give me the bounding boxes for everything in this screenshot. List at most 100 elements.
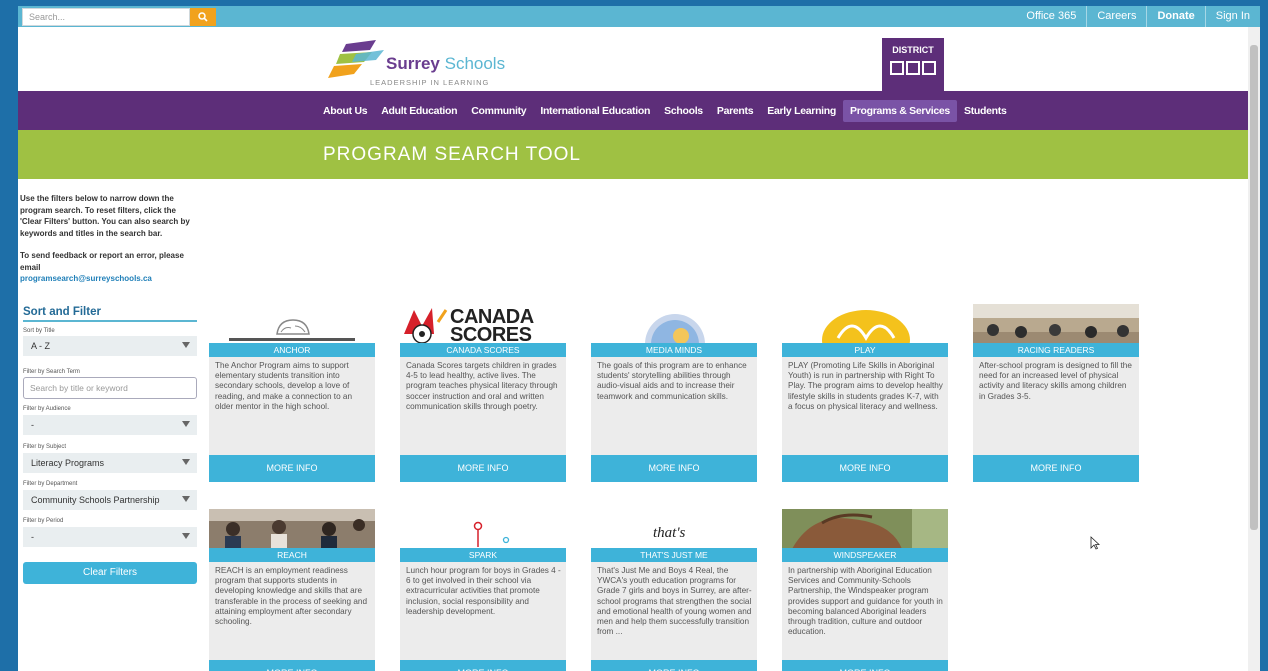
period-select[interactable]: - (23, 527, 197, 547)
department-select[interactable]: Community Schools Partnership (23, 490, 197, 510)
canada-scores-logo-text: CANADA SCORES (450, 306, 533, 344)
card-title: CANADA SCORES (400, 343, 566, 357)
card-title: SPARK (400, 548, 566, 562)
subject-select[interactable]: Literacy Programs (23, 453, 197, 473)
card-description: PLAY (Promoting Life Skills in Aborigina… (788, 361, 943, 411)
more-info-button[interactable]: MORE INFO (591, 455, 757, 482)
card-title: THAT'S JUST ME (591, 548, 757, 562)
district-badge[interactable]: DISTRICT (882, 38, 944, 93)
surrey-schools-logo[interactable]: Surrey Schools LEADERSHIP IN LEARNING (326, 38, 526, 88)
page-title: PROGRAM SEARCH TOOL (323, 144, 581, 165)
subject-value: Literacy Programs (31, 458, 105, 468)
utility-bar: Search... Office 365 Careers Donate Sign… (18, 6, 1260, 27)
search-icon (198, 12, 208, 22)
logo-tagline: LEADERSHIP IN LEARNING (370, 78, 490, 87)
audience-label: Filter by Audience (23, 406, 71, 412)
search-term-label: Filter by Search Term (23, 369, 80, 375)
donate-link[interactable]: Donate (1146, 6, 1204, 27)
thats-logo-text: that's (653, 525, 686, 541)
program-card-reach[interactable]: REACH REACH is an employment readiness p… (209, 509, 375, 671)
program-card-spark[interactable]: SPARK Lunch hour program for boys in Gra… (400, 509, 566, 671)
program-card-anchor[interactable]: ANCHOR The Anchor Program aims to suppor… (209, 304, 375, 482)
more-info-button[interactable]: MORE INFO (782, 660, 948, 671)
program-card-canada-scores[interactable]: CANADA SCORES CANADA SCORES Canada Score… (400, 304, 566, 482)
more-info-button[interactable]: MORE INFO (209, 660, 375, 671)
card-description: That's Just Me and Boys 4 Real, the YWCA… (597, 566, 752, 637)
district-label: DISTRICT (892, 45, 934, 55)
nav-early-learning[interactable]: Early Learning (760, 100, 843, 122)
card-description: Canada Scores targets children in grades… (406, 361, 558, 411)
nav-community[interactable]: Community (464, 100, 533, 122)
audience-select[interactable]: - (23, 415, 197, 435)
chevron-down-icon (182, 459, 190, 465)
card-image (591, 304, 757, 344)
program-card-racing-readers[interactable]: RACING READERS After-school program is d… (973, 304, 1139, 482)
card-image: CANADA SCORES (400, 304, 566, 344)
nav-about-us[interactable]: About Us (316, 100, 374, 122)
logo-mark-icon (328, 40, 384, 78)
nav-adult-education[interactable]: Adult Education (374, 100, 464, 122)
nav-students[interactable]: Students (957, 100, 1014, 122)
nav-international-education[interactable]: International Education (533, 100, 657, 122)
program-card-play[interactable]: PLAY PLAY (Promoting Life Skills in Abor… (782, 304, 948, 482)
mouse-cursor-icon (1090, 536, 1100, 550)
card-title: ANCHOR (209, 343, 375, 357)
intro-text: Use the filters below to narrow down the… (20, 194, 190, 238)
chevron-down-icon (182, 533, 190, 539)
card-description: The Anchor Program aims to support eleme… (215, 361, 353, 411)
card-description: In partnership with Aboriginal Education… (788, 566, 943, 637)
more-info-button[interactable]: MORE INFO (400, 660, 566, 671)
program-card-thats-just-me[interactable]: that's THAT'S JUST ME That's Just Me and… (591, 509, 757, 671)
sort-label: Sort by Title (23, 328, 55, 334)
main-nav: About Us Adult Education Community Inter… (18, 91, 1248, 130)
more-info-button[interactable]: MORE INFO (782, 455, 948, 482)
nav-schools[interactable]: Schools (657, 100, 710, 122)
card-description: Lunch hour program for boys in Grades 4 … (406, 566, 561, 616)
department-label: Filter by Department (23, 481, 78, 487)
site-search-input[interactable]: Search... (22, 8, 190, 26)
sort-select[interactable]: A - Z (23, 336, 197, 356)
more-info-button[interactable]: MORE INFO (973, 455, 1139, 482)
chevron-down-icon (182, 421, 190, 427)
department-value: Community Schools Partnership (31, 495, 160, 505)
card-description: REACH is an employment readiness program… (215, 566, 368, 627)
nav-programs-services[interactable]: Programs & Services (843, 99, 957, 122)
card-image (782, 509, 948, 549)
nav-parents[interactable]: Parents (710, 100, 760, 122)
card-image (782, 304, 948, 344)
page-banner: PROGRAM SEARCH TOOL (18, 130, 1248, 179)
sidebar-intro: Use the filters below to narrow down the… (20, 193, 200, 285)
scrollbar-thumb[interactable] (1250, 45, 1258, 530)
subject-label: Filter by Subject (23, 444, 67, 450)
office365-link[interactable]: Office 365 (1016, 6, 1086, 27)
period-label: Filter by Period (23, 518, 64, 524)
more-info-button[interactable]: MORE INFO (591, 660, 757, 671)
search-button[interactable] (190, 8, 216, 26)
careers-link[interactable]: Careers (1086, 6, 1146, 27)
card-title: RACING READERS (973, 343, 1139, 357)
card-image (400, 509, 566, 549)
chevron-down-icon (182, 496, 190, 502)
building-icon (882, 61, 944, 75)
program-card-windspeaker[interactable]: WINDSPEAKER In partnership with Aborigin… (782, 509, 948, 671)
sort-value: A - Z (31, 341, 51, 351)
sort-filter-heading: Sort and Filter (23, 306, 197, 322)
top-links: Office 365 Careers Donate Sign In (1016, 6, 1260, 27)
card-image (209, 509, 375, 549)
clear-filters-button[interactable]: Clear Filters (23, 562, 197, 584)
card-description: The goals of this program are to enhance… (597, 361, 747, 401)
program-card-media-minds[interactable]: MEDIA MINDS The goals of this program ar… (591, 304, 757, 482)
card-title: PLAY (782, 343, 948, 357)
more-info-button[interactable]: MORE INFO (400, 455, 566, 482)
page-scrollbar[interactable] (1248, 27, 1260, 671)
card-title: REACH (209, 548, 375, 562)
more-info-button[interactable]: MORE INFO (209, 455, 375, 482)
sign-in-link[interactable]: Sign In (1204, 6, 1260, 27)
browser-page: Search... Office 365 Careers Donate Sign… (18, 6, 1260, 671)
card-title: WINDSPEAKER (782, 548, 948, 562)
card-image: that's (591, 509, 757, 549)
search-term-input[interactable]: Search by title or keyword (23, 377, 197, 399)
feedback-email-link[interactable]: programsearch@surreyschools.ca (20, 273, 200, 285)
logo-wordmark: Surrey Schools (386, 54, 506, 73)
audience-value: - (31, 420, 34, 430)
